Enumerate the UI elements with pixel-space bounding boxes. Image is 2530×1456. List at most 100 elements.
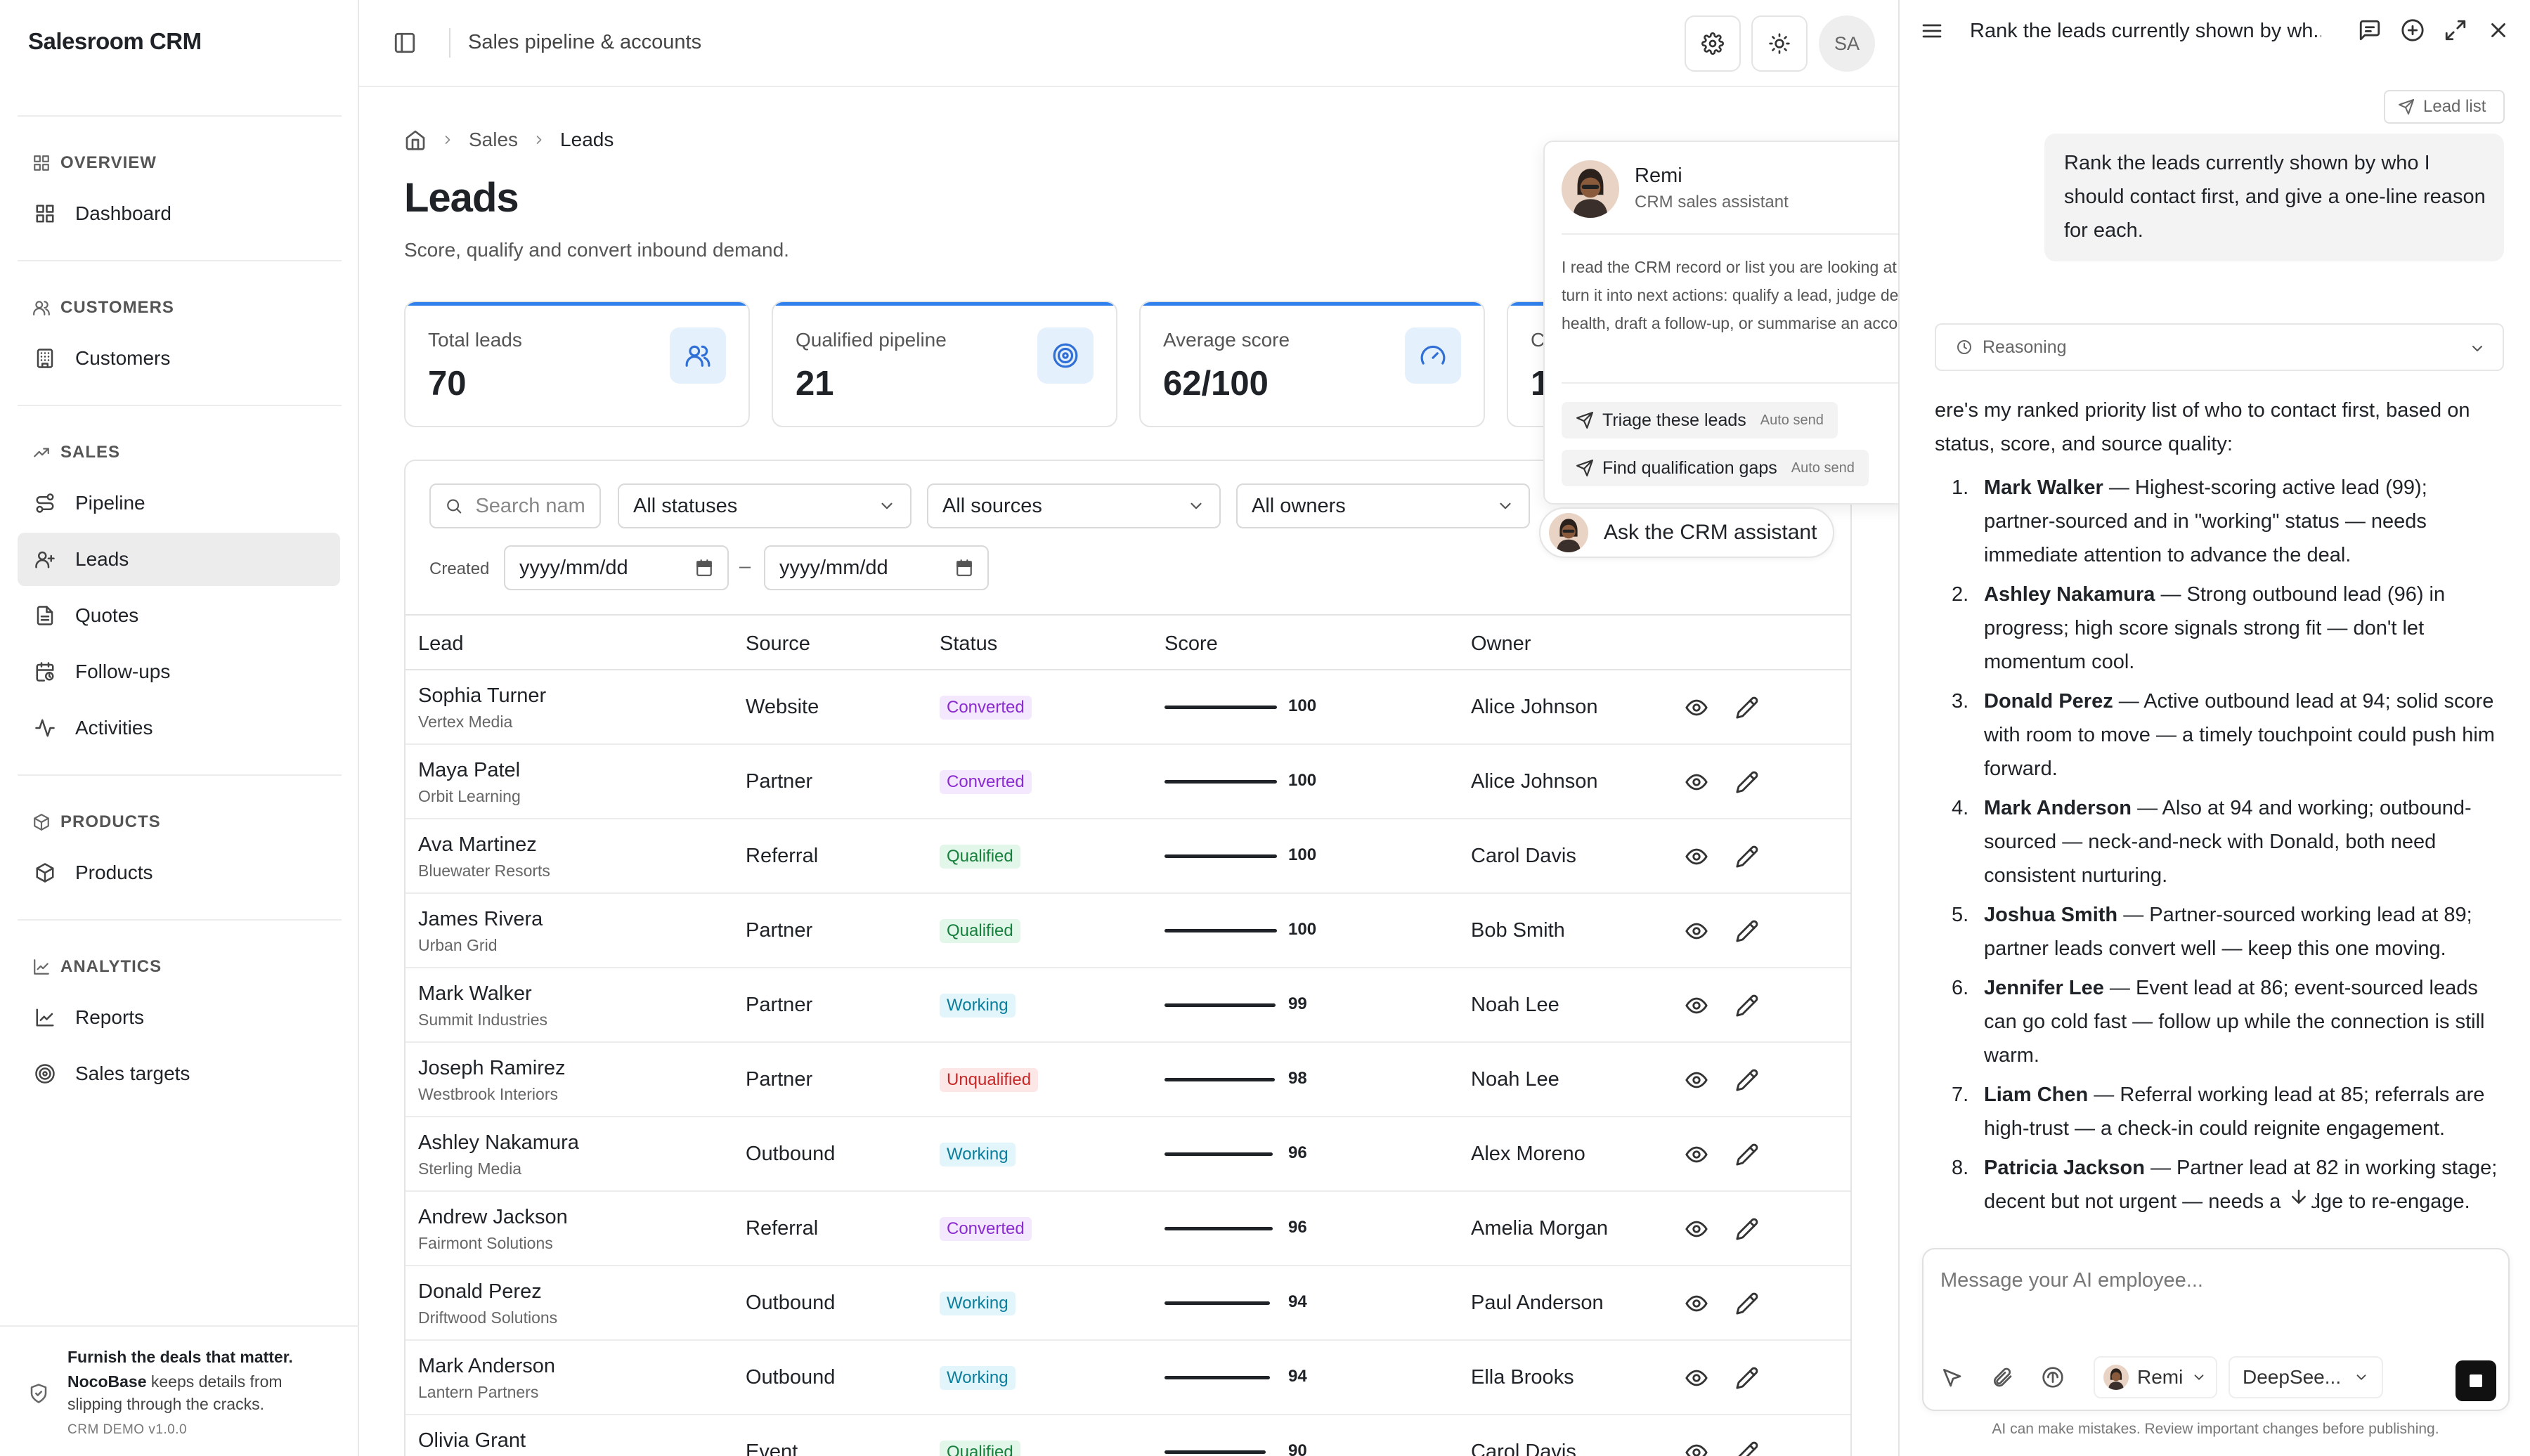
agent-select[interactable]: Remi <box>2094 1356 2217 1398</box>
owner-filter-select[interactable]: All owners <box>1236 483 1530 528</box>
context-chip-lead-list[interactable]: Lead list <box>2384 90 2505 124</box>
lead-name[interactable]: Donald Perez <box>418 1280 542 1304</box>
user-avatar[interactable]: SA <box>1819 15 1875 72</box>
sidebar-item-label: Sales targets <box>75 1062 190 1084</box>
pointer-icon[interactable] <box>1940 1366 1963 1389</box>
find-qualification-gaps-button[interactable]: Find qualification gaps Auto send <box>1562 450 1869 486</box>
sidebar-item-dashboard[interactable]: Dashboard <box>18 187 340 240</box>
created-to-date[interactable]: yyyy/mm/dd <box>764 545 989 590</box>
edit-pencil-icon[interactable] <box>1735 1068 1759 1092</box>
sidebar-item-reports[interactable]: Reports <box>18 991 340 1044</box>
close-icon[interactable] <box>2486 18 2510 42</box>
ask-assistant-button[interactable]: Ask the CRM assistant <box>1539 507 1834 558</box>
source-filter-select[interactable]: All sources <box>927 483 1221 528</box>
ranked-list: 1. Mark Walker — Highest-scoring active l… <box>1935 471 2504 1218</box>
sidebar-item-customers[interactable]: Customers <box>18 332 340 385</box>
edit-pencil-icon[interactable] <box>1735 1441 1759 1456</box>
sidebar-toggle-icon[interactable] <box>393 31 417 55</box>
lead-name[interactable]: Maya Patel <box>418 759 520 782</box>
lead-source: Website <box>746 696 819 718</box>
lead-name[interactable]: Olivia Grant <box>418 1429 526 1452</box>
column-header-score[interactable]: Score <box>1165 632 1218 656</box>
view-eye-icon[interactable] <box>1685 1366 1708 1390</box>
triage-leads-button[interactable]: Triage these leads Auto send <box>1562 402 1838 438</box>
paperclip-icon[interactable] <box>1991 1366 2013 1389</box>
message-input[interactable]: Message your AI employee... <box>1940 1269 2489 1292</box>
table-row[interactable]: Andrew Jackson Fairmont Solutions Referral… <box>406 1192 1850 1266</box>
created-from-date[interactable]: yyyy/mm/dd <box>504 545 729 590</box>
edit-pencil-icon[interactable] <box>1735 845 1759 869</box>
view-eye-icon[interactable] <box>1685 770 1708 794</box>
lead-name[interactable]: Andrew Jackson <box>418 1206 568 1229</box>
edit-pencil-icon[interactable] <box>1735 919 1759 943</box>
calendar-icon[interactable] <box>955 559 973 577</box>
settings-button[interactable] <box>1685 15 1741 72</box>
view-eye-icon[interactable] <box>1685 1068 1708 1092</box>
message-square-icon[interactable] <box>2358 18 2382 42</box>
view-eye-icon[interactable] <box>1685 1441 1708 1456</box>
reasoning-toggle[interactable]: Reasoning <box>1935 323 2504 371</box>
edit-pencil-icon[interactable] <box>1735 696 1759 720</box>
sidebar-item-sales-targets[interactable]: Sales targets <box>18 1047 340 1100</box>
table-row[interactable]: Olivia Grant Event Qualified 90 Carol Davis <box>406 1415 1850 1456</box>
view-eye-icon[interactable] <box>1685 994 1708 1018</box>
sidebar-item-pipeline[interactable]: Pipeline <box>18 476 340 530</box>
view-eye-icon[interactable] <box>1685 1292 1708 1315</box>
sidebar-item-activities[interactable]: Activities <box>18 701 340 755</box>
theme-toggle-button[interactable] <box>1751 15 1808 72</box>
edit-pencil-icon[interactable] <box>1735 1292 1759 1315</box>
table-row[interactable]: Maya Patel Orbit Learning Partner Converted… <box>406 745 1850 819</box>
new-chat-icon[interactable] <box>2401 18 2425 42</box>
view-eye-icon[interactable] <box>1685 919 1708 943</box>
lead-name[interactable]: James Rivera <box>418 908 543 931</box>
table-row[interactable]: Ashley Nakamura Sterling Media Outbound Wor… <box>406 1117 1850 1192</box>
model-select[interactable]: DeepSee... <box>2229 1356 2383 1398</box>
calendar-icon[interactable] <box>695 559 713 577</box>
lead-name[interactable]: Sophia Turner <box>418 684 546 708</box>
table-row[interactable]: Joseph Ramirez Westbrook Interiors Partner… <box>406 1043 1850 1117</box>
column-header-source[interactable]: Source <box>746 632 810 656</box>
column-header-status[interactable]: Status <box>940 632 997 656</box>
lead-name[interactable]: Mark Anderson <box>418 1355 555 1378</box>
lead-name[interactable]: Ashley Nakamura <box>418 1131 579 1155</box>
status-filter-select[interactable]: All statuses <box>618 483 912 528</box>
lead-source: Event <box>746 1441 798 1456</box>
view-eye-icon[interactable] <box>1685 845 1708 869</box>
view-eye-icon[interactable] <box>1685 696 1708 720</box>
sidebar-item-follow-ups[interactable]: Follow-ups <box>18 645 340 698</box>
sidebar-item-quotes[interactable]: Quotes <box>18 589 340 642</box>
lead-name[interactable]: Mark Walker <box>418 982 532 1006</box>
home-icon[interactable] <box>404 129 427 151</box>
agent-name: Remi <box>2137 1366 2184 1388</box>
breadcrumb-sales[interactable]: Sales <box>469 129 518 151</box>
owner-filter-value: All owners <box>1252 494 1346 517</box>
table-row[interactable]: Sophia Turner Vertex Media Website Converte… <box>406 670 1850 745</box>
table-row[interactable]: Mark Walker Summit Industries Partner Worki… <box>406 968 1850 1043</box>
sidebar-item-leads[interactable]: Leads <box>18 533 340 586</box>
view-eye-icon[interactable] <box>1685 1143 1708 1166</box>
table-row[interactable]: Ava Martinez Bluewater Resorts Referral Qua… <box>406 819 1850 894</box>
skills-icon[interactable] <box>2042 1366 2064 1389</box>
edit-pencil-icon[interactable] <box>1735 1217 1759 1241</box>
edit-pencil-icon[interactable] <box>1735 994 1759 1018</box>
lead-name[interactable]: Ava Martinez <box>418 833 537 857</box>
edit-pencil-icon[interactable] <box>1735 770 1759 794</box>
context-chip-label: Lead list <box>2423 97 2486 116</box>
table-row[interactable]: Donald Perez Driftwood Solutions Outbound W… <box>406 1266 1850 1341</box>
footer-brand[interactable]: NocoBase <box>67 1372 146 1391</box>
column-header-owner[interactable]: Owner <box>1471 632 1531 656</box>
sidebar-item-products[interactable]: Products <box>18 846 340 899</box>
scroll-down-button[interactable] <box>2283 1181 2315 1213</box>
menu-icon[interactable] <box>1921 20 1943 42</box>
ask-assistant-label: Ask the CRM assistant <box>1604 521 1817 544</box>
table-row[interactable]: Mark Anderson Lantern Partners Outbound Wor… <box>406 1341 1850 1415</box>
stop-generation-button[interactable] <box>2456 1360 2496 1401</box>
view-eye-icon[interactable] <box>1685 1217 1708 1241</box>
lead-name[interactable]: Joseph Ramirez <box>418 1057 566 1080</box>
column-header-lead[interactable]: Lead <box>418 632 464 656</box>
edit-pencil-icon[interactable] <box>1735 1366 1759 1390</box>
search-input[interactable]: Search name <box>429 483 601 528</box>
edit-pencil-icon[interactable] <box>1735 1143 1759 1166</box>
expand-icon[interactable] <box>2444 18 2467 42</box>
table-row[interactable]: James Rivera Urban Grid Partner Qualified 10… <box>406 894 1850 968</box>
